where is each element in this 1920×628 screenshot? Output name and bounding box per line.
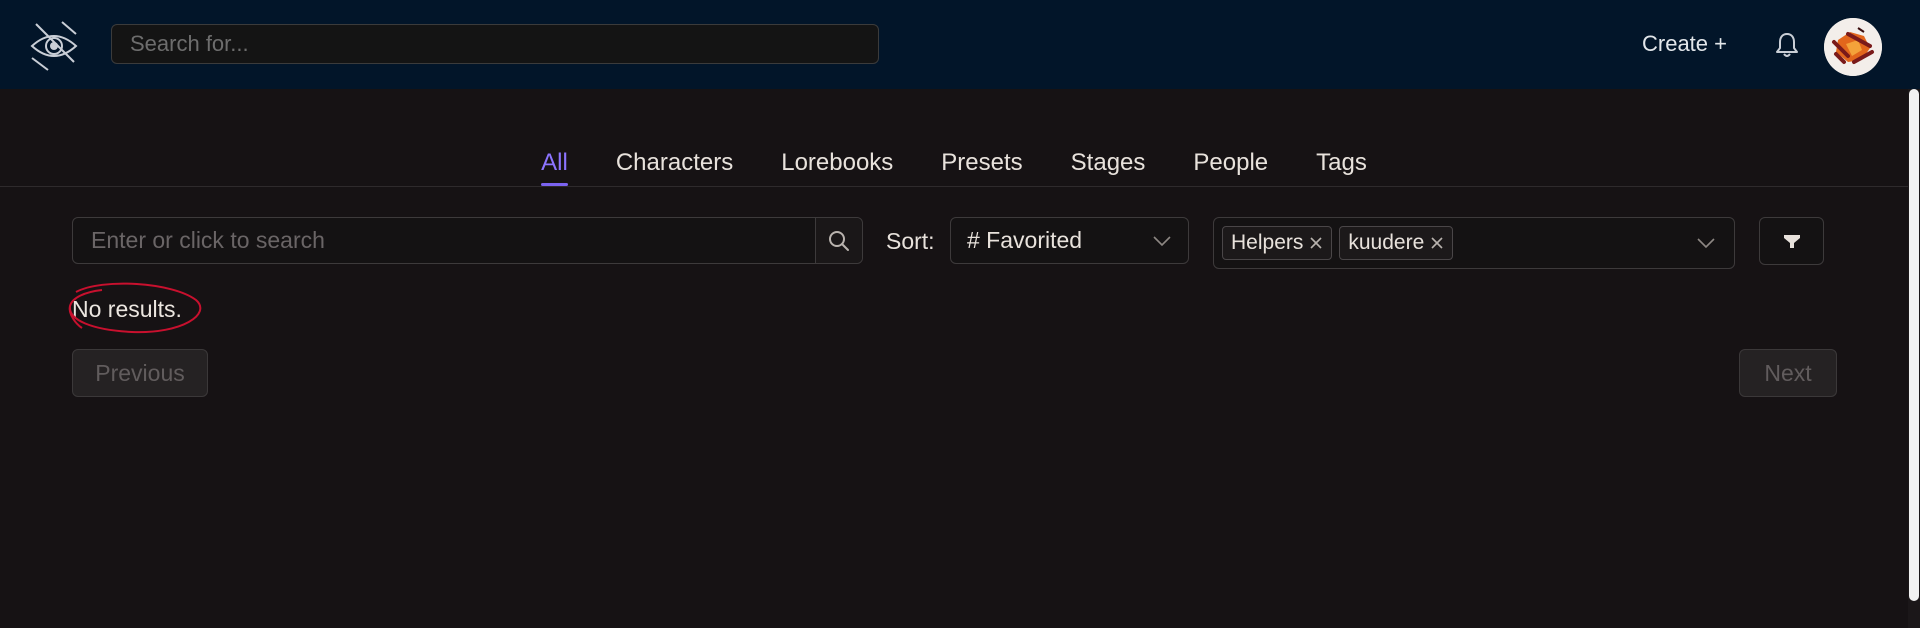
- tab-lorebooks[interactable]: Lorebooks: [757, 130, 917, 186]
- content-search-input[interactable]: [73, 218, 815, 263]
- eye-logo-icon[interactable]: [26, 18, 82, 74]
- content-tabs: All Characters Lorebooks Presets Stages …: [0, 130, 1908, 186]
- tabs-divider: [0, 186, 1908, 187]
- tab-presets[interactable]: Presets: [917, 130, 1046, 186]
- sort-label: Sort:: [886, 228, 935, 254]
- chevron-down-icon: [1153, 235, 1171, 246]
- tab-characters[interactable]: Characters: [592, 130, 757, 186]
- tab-tags[interactable]: Tags: [1292, 130, 1391, 186]
- top-navigation-bar: Create +: [0, 0, 1920, 89]
- tag-chip-helpers[interactable]: Helpers: [1222, 226, 1333, 260]
- avatar[interactable]: [1824, 18, 1882, 76]
- tab-all[interactable]: All: [517, 130, 592, 186]
- search-icon: [829, 230, 849, 251]
- create-button[interactable]: Create +: [1630, 24, 1739, 64]
- tag-label: kuudere: [1348, 231, 1425, 254]
- close-icon[interactable]: [1309, 236, 1323, 250]
- red-ellipse-annotation: [68, 282, 202, 334]
- tab-stages[interactable]: Stages: [1047, 130, 1170, 186]
- search-button[interactable]: [815, 218, 862, 263]
- global-search-input[interactable]: [111, 24, 879, 64]
- tag-filter-select[interactable]: Helpers kuudere: [1213, 217, 1735, 269]
- chevron-down-icon: [1697, 238, 1715, 249]
- next-button[interactable]: Next: [1739, 349, 1837, 397]
- scrollbar-thumb[interactable]: [1909, 89, 1919, 601]
- sort-value: # Favorited: [967, 227, 1083, 253]
- tag-label: Helpers: [1231, 231, 1304, 254]
- filter-icon: [1783, 235, 1800, 248]
- content-search: [72, 217, 863, 264]
- previous-button[interactable]: Previous: [72, 349, 208, 397]
- close-icon[interactable]: [1430, 236, 1444, 250]
- tab-people[interactable]: People: [1169, 130, 1292, 186]
- sort-select[interactable]: # Favorited: [950, 217, 1189, 264]
- tag-chip-kuudere[interactable]: kuudere: [1339, 226, 1454, 260]
- bell-icon[interactable]: [1772, 30, 1802, 60]
- filter-button[interactable]: [1759, 217, 1824, 265]
